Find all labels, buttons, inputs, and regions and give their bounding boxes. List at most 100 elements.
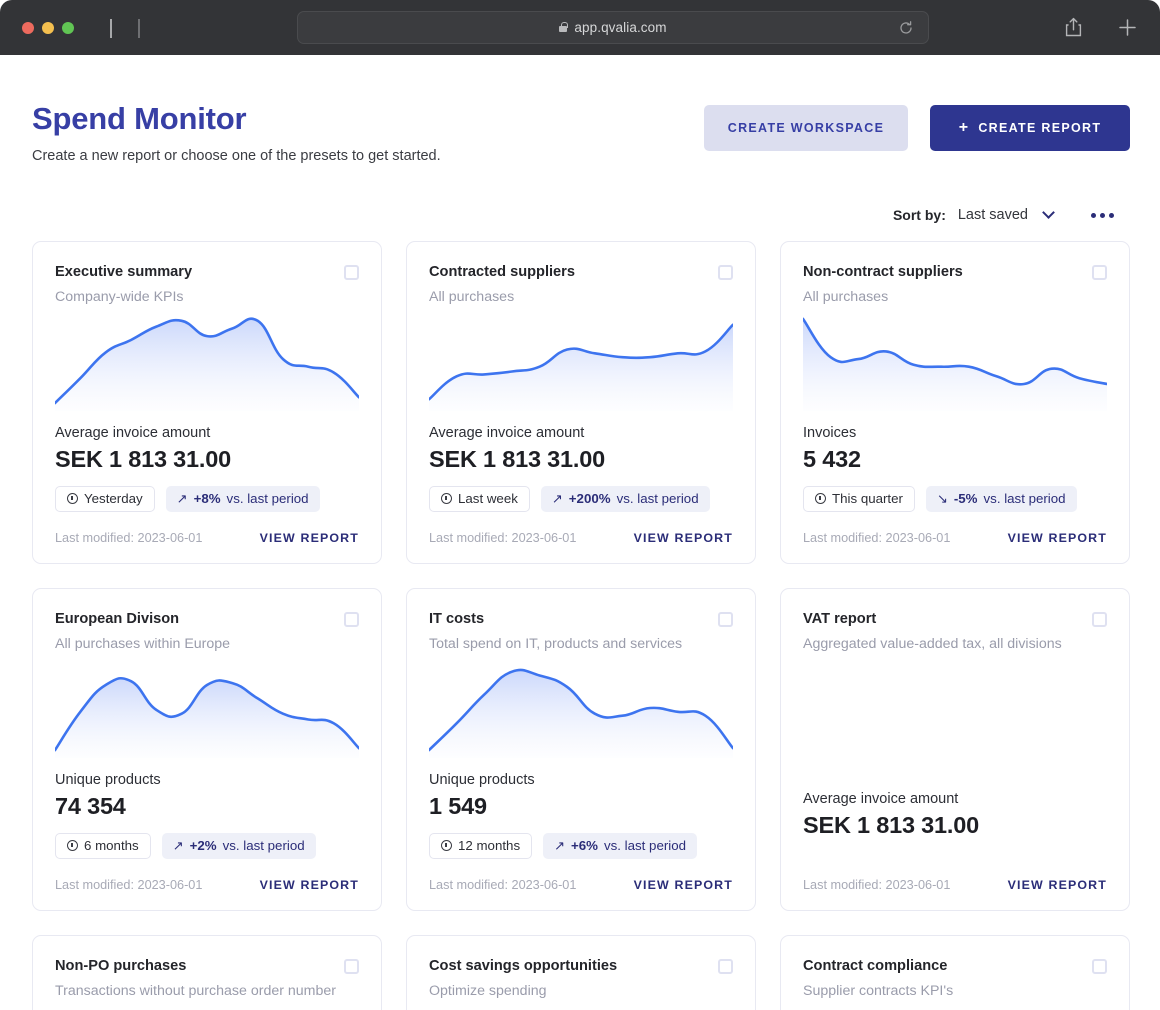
card-header: Cost savings opportunities Optimize spend… bbox=[429, 957, 733, 1002]
card-subtitle: Optimize spending bbox=[429, 983, 547, 1000]
period-badge-label: 6 months bbox=[84, 838, 139, 854]
create-report-button[interactable]: + CREATE REPORT bbox=[930, 105, 1130, 151]
page-header: Spend Monitor Create a new report or cho… bbox=[32, 99, 1130, 164]
card-select-checkbox[interactable] bbox=[344, 612, 359, 627]
card-last-modified: Last modified: 2023-06-01 bbox=[55, 877, 203, 892]
card-select-checkbox[interactable] bbox=[718, 612, 733, 627]
more-options-button[interactable] bbox=[1091, 212, 1114, 218]
card-sparkline-chart bbox=[55, 311, 359, 411]
maximize-window-button[interactable] bbox=[62, 21, 74, 34]
report-card[interactable]: Non-PO purchases Transactions without pur… bbox=[32, 935, 382, 1010]
reload-icon[interactable] bbox=[898, 20, 914, 36]
report-card[interactable]: VAT report Aggregated value-added tax, al… bbox=[780, 588, 1130, 911]
card-metric-label: Average invoice amount bbox=[429, 424, 585, 441]
report-card[interactable]: Non-contract suppliers All purchases Invoi… bbox=[780, 241, 1130, 564]
card-select-checkbox[interactable] bbox=[1092, 612, 1107, 627]
report-card[interactable]: Contract compliance Supplier contracts KP… bbox=[780, 935, 1130, 1010]
card-header: Contract compliance Supplier contracts KP… bbox=[803, 957, 1107, 1002]
lock-icon bbox=[559, 21, 568, 32]
trend-badge: ↗ +6% vs. last period bbox=[543, 832, 698, 859]
browser-toolbar-right bbox=[1064, 17, 1142, 38]
report-card[interactable]: Executive summary Company-wide KPIs Averag… bbox=[32, 241, 382, 564]
arrow-up-right-icon: ↗ bbox=[172, 838, 184, 854]
card-title: Non-contract suppliers bbox=[803, 264, 963, 280]
card-subtitle: All purchases within Europe bbox=[55, 636, 231, 653]
card-header: IT costs Total spend on IT, products and … bbox=[429, 610, 733, 655]
card-metric-value: SEK 1 813 31.00 bbox=[55, 445, 231, 472]
card-badges: This quarter ↘ -5% vs. last period bbox=[803, 485, 1107, 512]
trend-value: +8% bbox=[193, 491, 221, 507]
card-select-checkbox[interactable] bbox=[344, 265, 359, 280]
trend-suffix: vs. last period bbox=[222, 838, 305, 854]
card-sparkline-chart bbox=[55, 658, 359, 758]
clock-icon bbox=[67, 493, 78, 505]
view-report-link[interactable]: VIEW REPORT bbox=[1008, 878, 1107, 892]
card-header-text: Non-PO purchases Transactions without pur… bbox=[55, 957, 336, 1002]
share-icon[interactable] bbox=[1064, 17, 1083, 38]
report-card[interactable]: European Divison All purchases within Eur… bbox=[32, 588, 382, 911]
card-last-modified: Last modified: 2023-06-01 bbox=[803, 877, 951, 892]
card-subtitle: Aggregated value-added tax, all division… bbox=[803, 636, 1062, 653]
period-badge-label: Last week bbox=[458, 491, 518, 507]
view-report-link[interactable]: VIEW REPORT bbox=[634, 878, 733, 892]
report-card[interactable]: IT costs Total spend on IT, products and … bbox=[406, 588, 756, 911]
card-title: Contract compliance bbox=[803, 958, 948, 974]
card-select-checkbox[interactable] bbox=[718, 959, 733, 974]
card-select-checkbox[interactable] bbox=[344, 959, 359, 974]
card-sparkline-chart bbox=[803, 311, 1107, 411]
card-badges: Yesterday ↗ +8% vs. last period bbox=[55, 485, 359, 512]
report-card[interactable]: Cost savings opportunities Optimize spend… bbox=[406, 935, 756, 1010]
new-tab-plus-icon[interactable] bbox=[1117, 17, 1138, 38]
card-sparkline-chart bbox=[429, 311, 733, 411]
page-header-text: Spend Monitor Create a new report or cho… bbox=[32, 99, 441, 164]
trend-badge: ↗ +200% vs. last period bbox=[540, 485, 710, 512]
card-header-text: IT costs Total spend on IT, products and … bbox=[429, 610, 682, 655]
card-header-text: Contract compliance Supplier contracts KP… bbox=[803, 957, 953, 1002]
card-select-checkbox[interactable] bbox=[1092, 959, 1107, 974]
view-report-link[interactable]: VIEW REPORT bbox=[260, 878, 359, 892]
back-button[interactable] bbox=[110, 18, 112, 38]
plus-icon: + bbox=[958, 118, 970, 136]
clock-icon bbox=[441, 840, 452, 852]
card-select-checkbox[interactable] bbox=[718, 265, 733, 280]
trend-value: +6% bbox=[571, 838, 598, 854]
create-report-label: CREATE REPORT bbox=[978, 121, 1102, 135]
url-text: app.qvalia.com bbox=[574, 20, 667, 35]
card-metric-label: Average invoice amount bbox=[55, 424, 211, 441]
card-select-checkbox[interactable] bbox=[1092, 265, 1107, 280]
trend-value: +200% bbox=[568, 491, 611, 507]
card-metric-label: Average invoice amount bbox=[803, 791, 959, 808]
address-bar[interactable]: app.qvalia.com bbox=[297, 11, 929, 44]
view-report-link[interactable]: VIEW REPORT bbox=[634, 531, 733, 545]
forward-button[interactable] bbox=[138, 18, 140, 38]
create-workspace-button[interactable]: CREATE WORKSPACE bbox=[704, 105, 908, 151]
card-title: IT costs bbox=[429, 611, 485, 627]
minimize-window-button[interactable] bbox=[42, 21, 54, 34]
card-last-modified: Last modified: 2023-06-01 bbox=[803, 530, 951, 545]
trend-suffix: vs. last period bbox=[226, 491, 309, 507]
card-sparkline-chart bbox=[429, 658, 733, 758]
card-footer: Last modified: 2023-06-01 VIEW REPORT bbox=[803, 515, 1107, 545]
page-title: Spend Monitor bbox=[32, 101, 247, 136]
sort-by-value[interactable]: Last saved bbox=[958, 207, 1028, 223]
period-badge-label: This quarter bbox=[832, 491, 903, 507]
sort-by-label: Sort by: bbox=[892, 207, 946, 223]
report-card[interactable]: Contracted suppliers All purchases Average… bbox=[406, 241, 756, 564]
card-badges: 6 months ↗ +2% vs. last period bbox=[55, 832, 359, 859]
card-title: Executive summary bbox=[55, 264, 193, 280]
period-badge[interactable]: This quarter bbox=[803, 485, 915, 512]
card-metric-label: Unique products bbox=[55, 771, 161, 788]
period-badge[interactable]: 12 months bbox=[429, 832, 533, 859]
period-badge[interactable]: 6 months bbox=[55, 832, 151, 859]
chevron-down-icon[interactable] bbox=[1042, 206, 1055, 219]
sort-toolbar: Sort by: Last saved bbox=[32, 206, 1130, 223]
view-report-link[interactable]: VIEW REPORT bbox=[1008, 531, 1107, 545]
card-footer: Last modified: 2023-06-01 VIEW REPORT bbox=[429, 862, 733, 892]
card-metric-value: 1 549 bbox=[429, 792, 487, 819]
close-window-button[interactable] bbox=[22, 21, 34, 34]
period-badge[interactable]: Last week bbox=[429, 485, 530, 512]
card-header-text: Contracted suppliers All purchases bbox=[429, 263, 575, 308]
card-metric-value: 74 354 bbox=[55, 792, 126, 819]
view-report-link[interactable]: VIEW REPORT bbox=[260, 531, 359, 545]
period-badge[interactable]: Yesterday bbox=[55, 485, 155, 512]
